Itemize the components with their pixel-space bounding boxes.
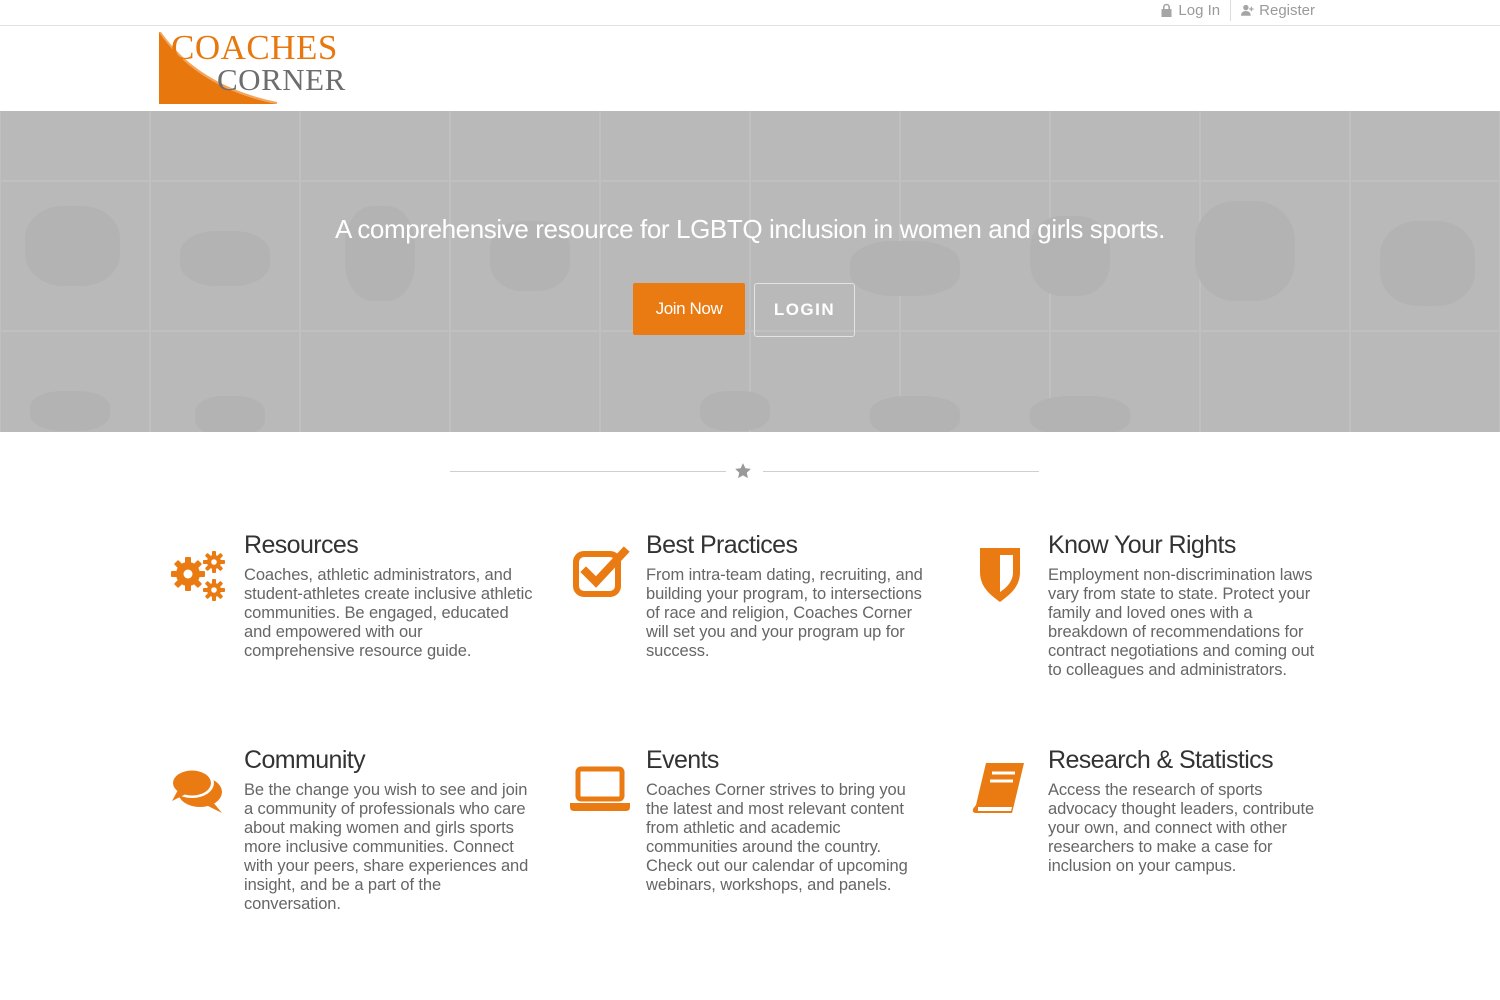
top-bar: Log In Register (0, 0, 1500, 26)
divider-line-right (763, 471, 1039, 472)
book-icon (968, 759, 1032, 823)
site-header: COACHES CORNER (0, 26, 1500, 111)
feature-know-your-rights: Know Your Rights Employment non-discrimi… (980, 530, 1330, 680)
feature-title: Know Your Rights (1048, 531, 1236, 559)
lock-icon (1161, 3, 1172, 17)
checkbox-icon (568, 542, 632, 606)
register-link[interactable]: Register (1231, 2, 1325, 19)
join-now-button[interactable]: Join Now (633, 283, 745, 335)
hero-banner: A comprehensive resource for LGBTQ inclu… (0, 111, 1500, 432)
feature-resources: Resources Coaches, athletic administrato… (171, 530, 534, 661)
feature-description: Be the change you wish to see and join a… (244, 781, 529, 913)
feature-events: Events Coaches Corner strives to bring y… (570, 745, 931, 895)
feature-description: Coaches Corner strives to bring you the … (646, 781, 908, 894)
account-links: Log In Register (1150, 0, 1325, 21)
hero-tagline: A comprehensive resource for LGBTQ inclu… (335, 214, 1165, 244)
feature-description: Employment non-discrimination laws vary … (1048, 566, 1315, 679)
chat-bubbles-icon (166, 759, 230, 823)
section-divider (450, 462, 1039, 482)
shield-icon (968, 542, 1032, 606)
gears-icon (166, 544, 230, 608)
coaches-corner-logo[interactable]: COACHES CORNER (157, 28, 352, 106)
feature-description: From intra-team dating, recruiting, and … (646, 566, 923, 660)
feature-research-statistics: Research & Statistics Access the researc… (972, 745, 1330, 876)
login-link[interactable]: Log In (1150, 2, 1230, 19)
hero-buttons: Join Now LOGIN (633, 283, 855, 337)
feature-title: Research & Statistics (1048, 746, 1274, 774)
laptop-icon (568, 759, 632, 823)
logo-text-corner: CORNER (217, 62, 346, 97)
user-add-icon (1241, 4, 1254, 16)
feature-title: Best Practices (646, 531, 798, 559)
register-link-label: Register (1259, 1, 1315, 19)
feature-title: Resources (244, 531, 359, 559)
feature-title: Events (646, 746, 719, 774)
feature-description: Access the research of sports advocacy t… (1048, 781, 1315, 875)
divider-line-left (450, 471, 726, 472)
feature-description: Coaches, athletic administrators, and st… (244, 566, 533, 660)
star-icon (735, 463, 751, 479)
hero-background-pattern (0, 111, 1500, 432)
login-link-label: Log In (1178, 1, 1221, 19)
login-button[interactable]: LOGIN (754, 283, 855, 337)
feature-best-practices: Best Practices From intra-team dating, r… (573, 530, 926, 661)
feature-title: Community (244, 746, 366, 774)
feature-community: Community Be the change you wish to see … (170, 745, 534, 914)
